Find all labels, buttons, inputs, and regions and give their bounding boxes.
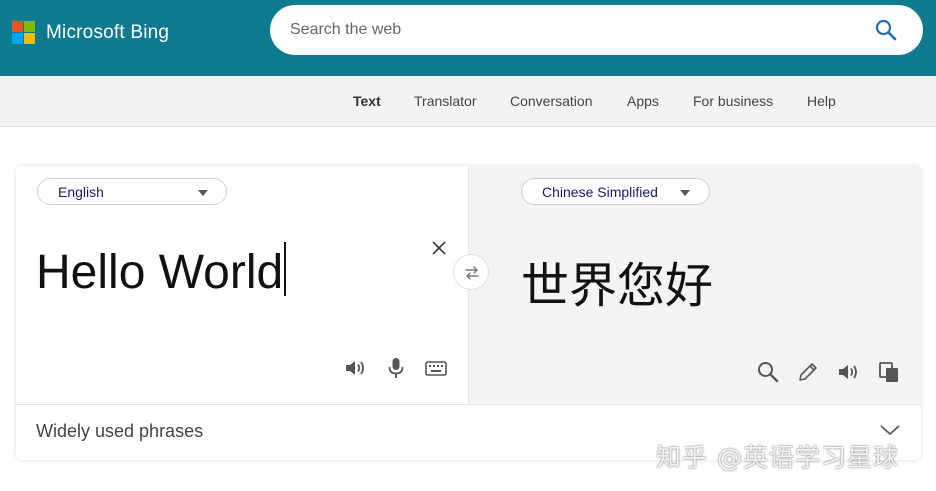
header-bar: Microsoft Bing — [0, 0, 936, 76]
clear-text-icon[interactable] — [429, 238, 449, 258]
copy-icon[interactable] — [877, 360, 901, 384]
brand-name[interactable]: Microsoft Bing — [46, 22, 169, 44]
nav-tab-help[interactable]: Help — [807, 93, 836, 109]
watermark: 知乎 @英语学习星球 — [656, 443, 899, 472]
speaker-icon[interactable] — [836, 360, 860, 384]
nav-tab-conversation[interactable]: Conversation — [510, 93, 593, 109]
target-text-output: 世界您好 — [521, 258, 714, 314]
nav-bar: Text Translator Conversation Apps For bu… — [0, 76, 936, 127]
target-pane: Chinese Simplified 世界您好 — [468, 166, 921, 404]
pencil-icon[interactable] — [796, 360, 820, 384]
search-input[interactable] — [290, 17, 850, 43]
search-box — [270, 5, 923, 55]
nav-tab-text[interactable]: Text — [353, 93, 381, 109]
source-language-label: English — [58, 184, 104, 200]
microsoft-logo-icon[interactable] — [12, 21, 36, 45]
microphone-icon[interactable] — [384, 356, 408, 380]
nav-tab-apps[interactable]: Apps — [627, 93, 659, 109]
translator-card: English Hello World Chinese Simplified 世… — [16, 166, 921, 460]
search-icon[interactable] — [874, 18, 898, 42]
source-language-select[interactable]: English — [37, 178, 227, 205]
nav-tab-for-business[interactable]: For business — [693, 93, 773, 109]
speaker-icon[interactable] — [343, 356, 367, 380]
keyboard-icon[interactable] — [424, 356, 448, 380]
chevron-down-icon[interactable] — [879, 422, 901, 438]
divider — [16, 404, 921, 405]
target-language-label: Chinese Simplified — [542, 184, 658, 200]
search-icon[interactable] — [756, 360, 780, 384]
widely-used-phrases-label[interactable]: Widely used phrases — [36, 421, 203, 442]
text-cursor — [284, 242, 287, 296]
source-text-input[interactable]: Hello World — [36, 242, 287, 300]
chevron-down-icon — [680, 190, 690, 196]
nav-tab-translator[interactable]: Translator — [414, 93, 477, 109]
source-pane: English Hello World — [16, 166, 468, 404]
chevron-down-icon — [198, 190, 208, 196]
target-language-select[interactable]: Chinese Simplified — [521, 178, 710, 205]
swap-languages-button[interactable] — [453, 254, 489, 290]
swap-arrows-icon — [465, 266, 479, 280]
